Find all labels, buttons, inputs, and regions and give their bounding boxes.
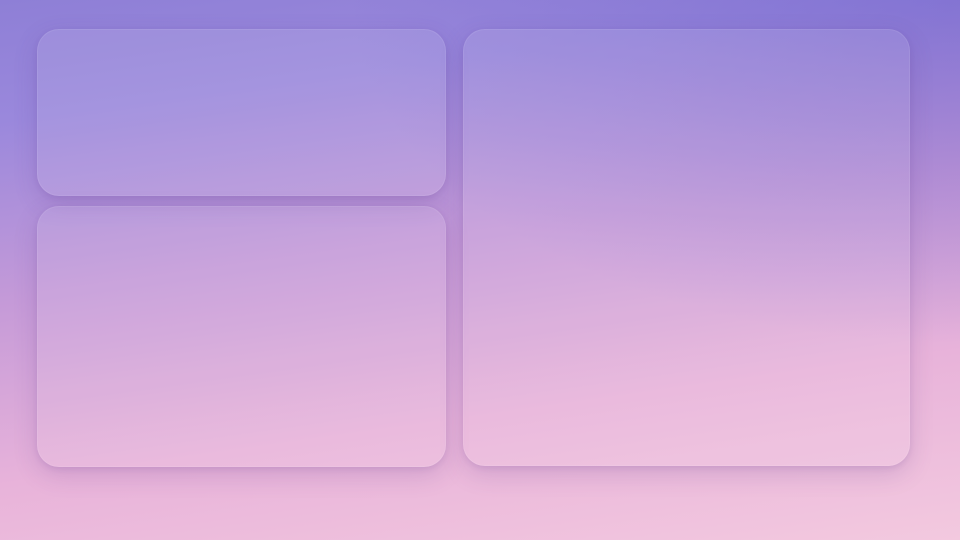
widget-panel-bottom-left xyxy=(37,206,446,467)
widget-panel-top-left xyxy=(37,29,446,196)
widget-panel-right xyxy=(463,29,910,466)
